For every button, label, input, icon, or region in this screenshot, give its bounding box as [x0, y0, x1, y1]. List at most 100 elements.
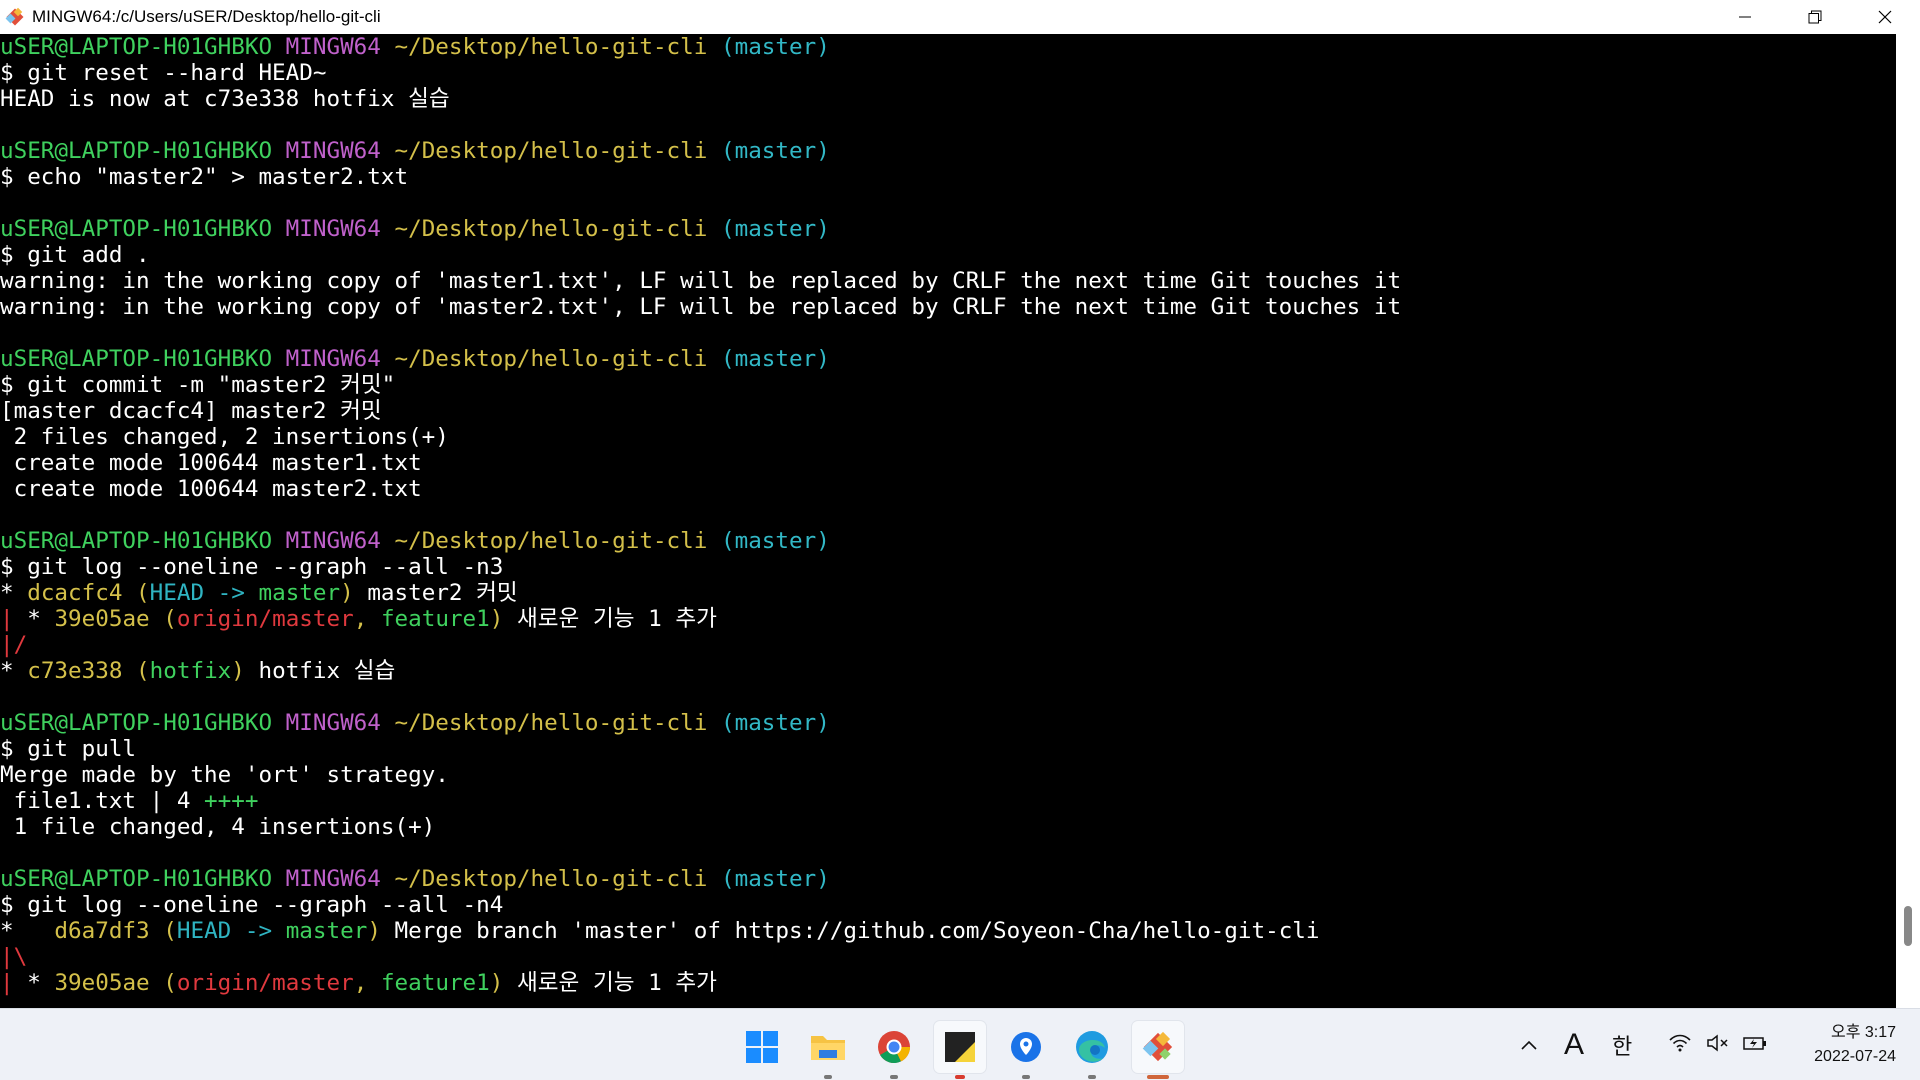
text-segment: $ git commit -m "master2 커밋" [0, 372, 396, 398]
start-button[interactable] [736, 1021, 788, 1073]
prompt-path: ~/Desktop/hello-git-cli [394, 34, 708, 60]
text-segment: HEAD -> [149, 580, 259, 606]
ime-mode-button[interactable]: A [1564, 1028, 1584, 1062]
output-line: HEAD is now at c73e338 hotfix 실습 [0, 86, 1896, 112]
output-line: $ git commit -m "master2 커밋" [0, 372, 1896, 398]
prompt-shell: MINGW64 [285, 216, 381, 242]
text-segment: ) [231, 658, 245, 684]
text-segment: $ git log --oneline --graph --all -n3 [0, 554, 504, 580]
output-line: create mode 100644 master2.txt [0, 476, 1896, 502]
text-segment: 39e05ae [54, 606, 164, 632]
output-line: $ echo "master2" > master2.txt [0, 164, 1896, 190]
running-indicator [824, 1075, 832, 1079]
window-controls [1710, 0, 1920, 34]
output-line: $ git pull [0, 736, 1896, 762]
volume-button[interactable] [1706, 1033, 1730, 1058]
text-segment: hotfix 실습 [244, 658, 396, 684]
text-segment: $ git reset --hard HEAD~ [0, 60, 327, 86]
text-segment: $ git add . [0, 242, 150, 268]
clock[interactable]: 오후 3:17 2022-07-24 [1814, 1021, 1896, 1069]
prompt-branch: (master) [720, 216, 830, 242]
output-line: $ git log --oneline --graph --all -n3 [0, 554, 1896, 580]
text-segment: ( [136, 580, 150, 606]
text-segment: d6a7df3 [54, 918, 164, 944]
output-line: $ git reset --hard HEAD~ [0, 60, 1896, 86]
text-segment: 새로운 기능 1 추가 [503, 970, 717, 996]
scrollbar[interactable] [1896, 34, 1920, 1008]
sticky-notes-button[interactable] [934, 1021, 986, 1079]
ime-language-button[interactable]: 한 [1612, 1029, 1632, 1061]
output-line: * dcacfc4 (HEAD -> master) master2 커밋 [0, 580, 1896, 606]
text-segment: c73e338 [27, 658, 137, 684]
file-explorer-button[interactable] [802, 1021, 854, 1079]
output-line: * c73e338 (hotfix) hotfix 실습 [0, 658, 1896, 684]
wifi-icon [1669, 1034, 1691, 1051]
text-segment: feature1 [380, 970, 490, 996]
battery-button[interactable] [1742, 1033, 1768, 1058]
text-segment: , [353, 970, 381, 996]
git-bash-button[interactable] [1132, 1021, 1184, 1079]
text-segment: * [0, 918, 55, 944]
wifi-button[interactable] [1668, 1033, 1692, 1058]
minimize-icon [1739, 16, 1751, 18]
output-line: file1.txt | 4 ++++ [0, 788, 1896, 814]
text-segment: HEAD is now at c73e338 hotfix 실습 [0, 86, 450, 112]
running-indicator [1147, 1075, 1169, 1079]
prompt-line: uSER@LAPTOP-H01GHBKO MINGW64 ~/Desktop/h… [0, 34, 1896, 60]
text-segment: ++++ [204, 788, 259, 814]
close-button[interactable] [1850, 0, 1920, 34]
text-segment: origin/master [176, 606, 354, 632]
output-line: | * 39e05ae (origin/master, feature1) 새로… [0, 606, 1896, 632]
text-segment: warning: in the working copy of 'master2… [0, 294, 1402, 320]
text-segment: 새로운 기능 1 추가 [503, 606, 717, 632]
output-line: warning: in the working copy of 'master1… [0, 268, 1896, 294]
prompt-shell: MINGW64 [285, 346, 381, 372]
battery-charging-icon [1743, 1036, 1767, 1050]
chrome-button[interactable] [868, 1021, 920, 1079]
output-line: | * 39e05ae (origin/master, feature1) 새로… [0, 970, 1896, 996]
text-segment: Merge branch 'master' of https://github.… [380, 918, 1320, 944]
maps-button[interactable] [1000, 1021, 1052, 1079]
prompt-user: uSER@LAPTOP-H01GHBKO [0, 866, 273, 892]
maps-icon [1011, 1032, 1041, 1062]
output-line: [master dcacfc4] master2 커밋 [0, 398, 1896, 424]
show-hidden-icons-button[interactable] [1520, 1034, 1538, 1057]
file-explorer-icon [811, 1036, 845, 1060]
text-segment: origin/master [176, 970, 354, 996]
prompt-shell: MINGW64 [285, 866, 381, 892]
terminal-output[interactable]: uSER@LAPTOP-H01GHBKO MINGW64 ~/Desktop/h… [0, 34, 1896, 1008]
prompt-shell: MINGW64 [285, 34, 381, 60]
text-segment: $ git pull [0, 736, 137, 762]
output-line: * d6a7df3 (HEAD -> master) Merge branch … [0, 918, 1896, 944]
restore-icon [1808, 10, 1822, 24]
text-segment: * [27, 970, 55, 996]
prompt-path: ~/Desktop/hello-git-cli [394, 138, 708, 164]
text-segment: ) [367, 918, 381, 944]
running-indicator [890, 1075, 898, 1079]
prompt-path: ~/Desktop/hello-git-cli [394, 528, 708, 554]
running-indicator [1088, 1075, 1096, 1079]
prompt-line: uSER@LAPTOP-H01GHBKO MINGW64 ~/Desktop/h… [0, 528, 1896, 554]
scroll-thumb[interactable] [1904, 906, 1912, 946]
output-line: create mode 100644 master1.txt [0, 450, 1896, 476]
text-segment: * [27, 606, 55, 632]
output-line: 2 files changed, 2 insertions(+) [0, 424, 1896, 450]
running-indicator [1022, 1075, 1030, 1079]
prompt-user: uSER@LAPTOP-H01GHBKO [0, 138, 273, 164]
text-segment: ) [489, 606, 504, 632]
text-segment: ( [163, 606, 177, 632]
text-segment: HEAD -> [176, 918, 286, 944]
restore-button[interactable] [1780, 0, 1850, 34]
prompt-path: ~/Desktop/hello-git-cli [394, 346, 708, 372]
edge-button[interactable] [1066, 1021, 1118, 1079]
text-segment: feature1 [380, 606, 490, 632]
edge-icon [1076, 1031, 1108, 1063]
text-segment: * [0, 580, 28, 606]
minimize-button[interactable] [1710, 0, 1780, 34]
text-segment: hotfix [149, 658, 232, 684]
text-segment: master [285, 918, 368, 944]
prompt-line: uSER@LAPTOP-H01GHBKO MINGW64 ~/Desktop/h… [0, 216, 1896, 242]
